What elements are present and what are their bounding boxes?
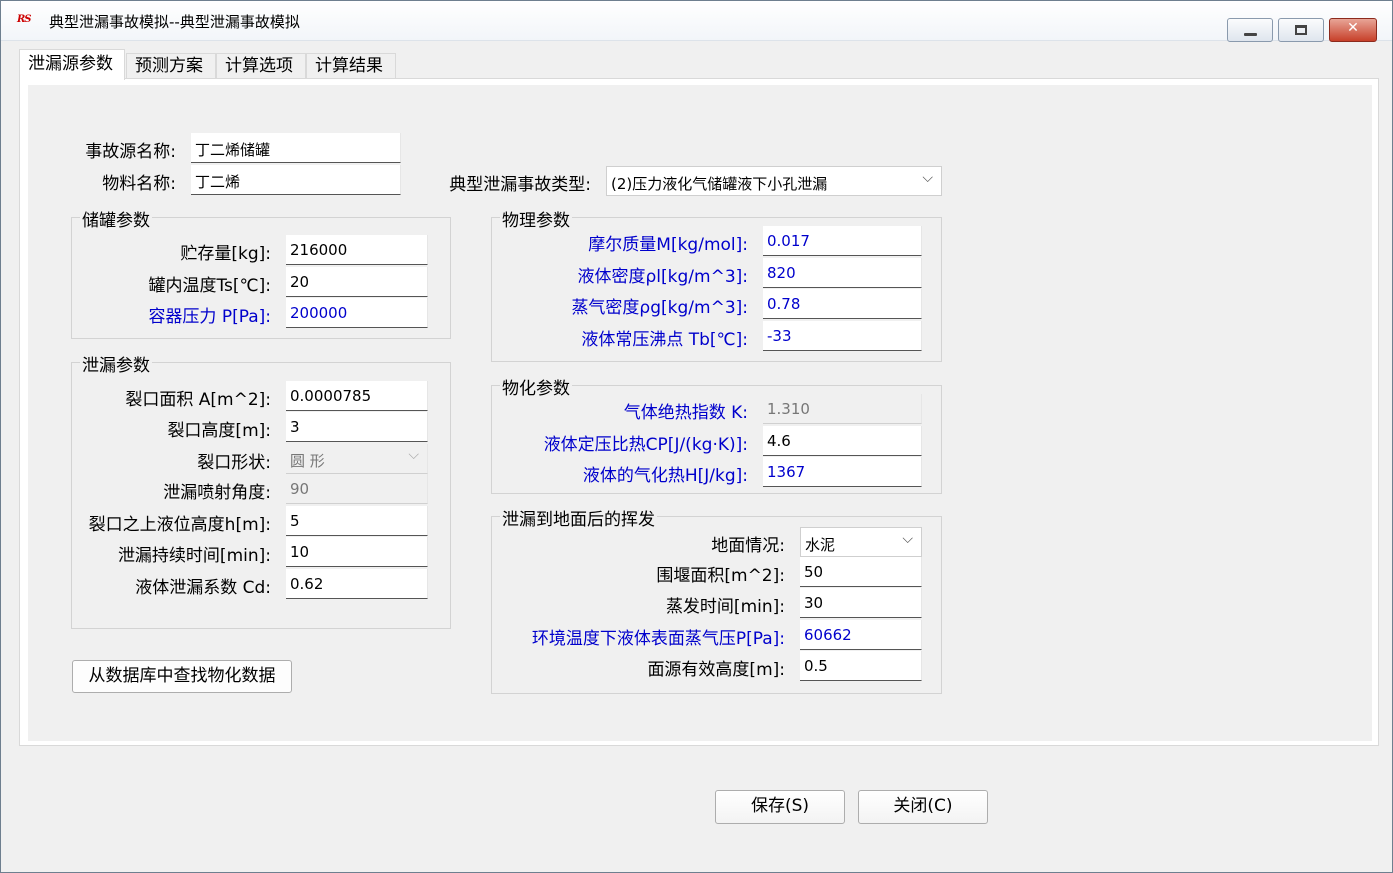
evaporation-time-label: 蒸发时间[min]: [665, 597, 785, 617]
material-name-input[interactable]: 丁二烯 [191, 165, 401, 195]
vessel-pressure-label: 容器压力 P[Pa]: [148, 307, 271, 327]
accident-type-select[interactable]: (2)压力液化气储罐液下小孔泄漏 ⌵ [606, 166, 942, 196]
molar-mass-input[interactable]: 0.017 [763, 226, 922, 256]
ground-type-label: 地面情况: [711, 536, 785, 556]
crack-shape-label: 裂口形状: [197, 453, 271, 473]
close-button[interactable]: 关闭(C) [858, 790, 988, 824]
crack-shape-value: 圆 形 [290, 452, 325, 470]
chemical-params-title: 物化参数 [500, 374, 572, 399]
storage-amount-input[interactable]: 216000 [286, 235, 428, 265]
dike-area-input[interactable]: 50 [800, 557, 922, 587]
accident-type-label: 典型泄漏事故类型: [449, 175, 591, 195]
surface-vapor-pressure-label: 环境温度下液体表面蒸气压P[Pa]: [531, 629, 785, 649]
tab-calc-options[interactable]: 计算选项 [216, 53, 306, 79]
liquid-density-label: 液体密度ρl[kg/m^3]: [577, 267, 749, 287]
tank-temp-label: 罐内温度Ts[℃]: [148, 276, 271, 296]
dike-area-label: 围堰面积[m^2]: [656, 566, 785, 586]
jet-angle-input: 90 [286, 474, 428, 504]
adiabatic-index-input: 1.310 [763, 394, 922, 424]
leak-duration-input[interactable]: 10 [286, 537, 428, 567]
chevron-down-icon: ⌵ [922, 170, 933, 186]
title-bar[interactable]: RS 典型泄漏事故模拟--典型泄漏事故模拟 ✕ [1, 1, 1392, 42]
vessel-pressure-input[interactable]: 200000 [286, 298, 428, 328]
liquid-height-label: 裂口之上液位高度h[m]: [88, 515, 271, 535]
maximize-button[interactable] [1278, 18, 1324, 42]
crack-shape-select: 圆 形 ⌵ [286, 444, 428, 474]
main-window: RS 典型泄漏事故模拟--典型泄漏事故模拟 ✕ 泄漏源参数 预测方案 计算选项 … [0, 0, 1393, 873]
surface-vapor-pressure-input[interactable]: 60662 [800, 620, 922, 650]
physical-params-title: 物理参数 [500, 206, 572, 231]
molar-mass-label: 摩尔质量M[kg/mol]: [588, 235, 748, 255]
chevron-down-icon: ⌵ [408, 447, 419, 463]
lookup-database-button[interactable]: 从数据库中查找物化数据 [72, 660, 292, 693]
save-button[interactable]: 保存(S) [715, 790, 845, 824]
close-window-button[interactable]: ✕ [1329, 18, 1377, 42]
boiling-point-input[interactable]: -33 [763, 321, 922, 351]
adiabatic-index-label: 气体绝热指数 K: [623, 403, 748, 423]
boiling-point-label: 液体常压沸点 Tb[℃]: [581, 330, 748, 350]
vapor-density-input[interactable]: 0.78 [763, 289, 922, 319]
storage-amount-label: 贮存量[kg]: [180, 244, 271, 264]
ground-type-select[interactable]: 水泥 ⌵ [800, 527, 922, 557]
close-icon: ✕ [1347, 20, 1359, 36]
tab-forecast-plan[interactable]: 预测方案 [126, 53, 216, 79]
crack-area-label: 裂口面积 A[m^2]: [125, 390, 271, 410]
specific-heat-label: 液体定压比热CP[J/(kg·K)]: [543, 435, 748, 455]
minimize-button[interactable] [1227, 18, 1273, 42]
material-name-label: 物料名称: [102, 174, 176, 194]
specific-heat-input[interactable]: 4.6 [763, 426, 922, 456]
leak-params-title: 泄漏参数 [80, 351, 152, 376]
crack-area-input[interactable]: 0.0000785 [286, 381, 428, 411]
vaporization-heat-label: 液体的气化热H[J/kg]: [582, 466, 748, 486]
source-height-input[interactable]: 0.5 [800, 651, 922, 681]
ground-type-value: 水泥 [805, 536, 836, 554]
leak-coef-label: 液体泄漏系数 Cd: [135, 578, 271, 598]
source-name-input[interactable]: 丁二烯储罐 [191, 133, 401, 163]
crack-height-label: 裂口高度[m]: [167, 421, 271, 441]
evaporation-title: 泄漏到地面后的挥发 [500, 505, 657, 530]
source-height-label: 面源有效高度[m]: [647, 660, 785, 680]
chevron-down-icon: ⌵ [902, 531, 913, 547]
window-title: 典型泄漏事故模拟--典型泄漏事故模拟 [49, 13, 300, 31]
evaporation-time-input[interactable]: 30 [800, 588, 922, 618]
tab-leak-source[interactable]: 泄漏源参数 [19, 49, 125, 80]
source-name-label: 事故源名称: [85, 142, 176, 162]
tank-temp-input[interactable]: 20 [286, 267, 428, 297]
leak-duration-label: 泄漏持续时间[min]: [117, 546, 271, 566]
crack-height-input[interactable]: 3 [286, 412, 428, 442]
tank-params-title: 储罐参数 [80, 206, 152, 231]
liquid-height-input[interactable]: 5 [286, 506, 428, 536]
tab-page-leak-source: 事故源名称: 丁二烯储罐 物料名称: 丁二烯 典型泄漏事故类型: (2)压力液化… [19, 78, 1379, 746]
tab-content: 事故源名称: 丁二烯储罐 物料名称: 丁二烯 典型泄漏事故类型: (2)压力液化… [28, 85, 1372, 741]
leak-coef-input[interactable]: 0.62 [286, 569, 428, 599]
vapor-density-label: 蒸气密度ρg[kg/m^3]: [571, 298, 748, 318]
maximize-icon [1295, 25, 1307, 35]
minimize-icon [1244, 33, 1257, 36]
app-logo-icon: RS [17, 14, 32, 25]
accident-type-value: (2)压力液化气储罐液下小孔泄漏 [611, 175, 828, 193]
vaporization-heat-input[interactable]: 1367 [763, 457, 922, 487]
liquid-density-input[interactable]: 820 [763, 258, 922, 288]
jet-angle-label: 泄漏喷射角度: [163, 483, 271, 503]
tab-calc-results[interactable]: 计算结果 [306, 53, 396, 79]
